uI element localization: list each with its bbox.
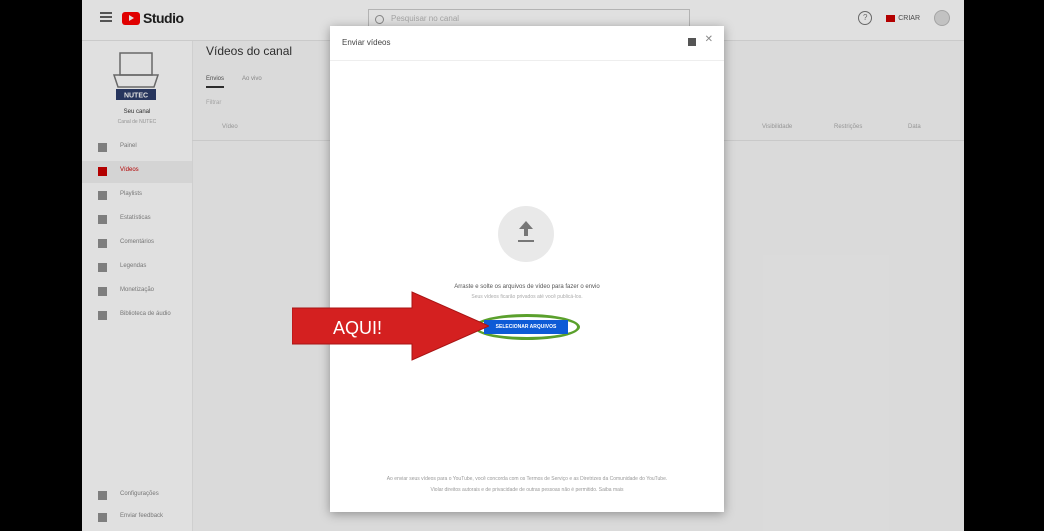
upload-arrow-icon: [519, 221, 533, 229]
studio-screen: Studio Pesquisar no canal ? CRIAR NUTEC …: [82, 0, 964, 531]
select-files-button[interactable]: SELECIONAR ARQUIVOS: [484, 320, 568, 334]
upload-arrow-stem: [524, 229, 528, 236]
red-arrow-callout: [292, 291, 489, 361]
copyright-notice: Violar direitos autorais e de privacidad…: [430, 487, 624, 493]
callout-label: AQUI!: [333, 318, 383, 338]
upload-base-icon: [518, 240, 534, 242]
dialog-header-divider: [330, 60, 724, 61]
close-icon[interactable]: ✕: [705, 34, 713, 45]
upload-dialog: Enviar vídeos ✕ Arraste e solte os arqui…: [330, 26, 724, 512]
terms-text: Ao enviar seus vídeos para o YouTube, vo…: [386, 476, 668, 482]
feedback-icon[interactable]: [688, 38, 696, 46]
upload-dropzone[interactable]: [498, 206, 554, 262]
dialog-title: Enviar vídeos: [342, 38, 391, 47]
